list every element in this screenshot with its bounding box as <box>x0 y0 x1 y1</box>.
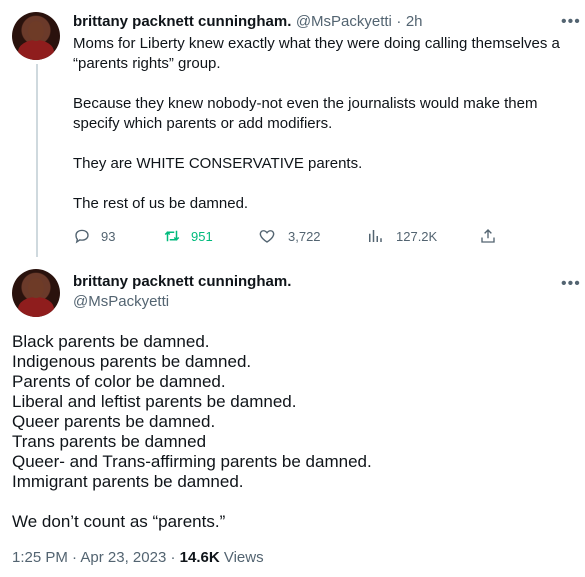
author-name[interactable]: brittany packnett cunningham. <box>73 272 291 292</box>
avatar[interactable] <box>12 269 60 317</box>
reply-count: 93 <box>101 228 116 244</box>
author-handle[interactable]: @MsPackyetti <box>296 13 392 30</box>
reply-icon <box>75 229 89 244</box>
meta-separator: · <box>72 549 78 566</box>
more-options-icon[interactable]: ••• <box>561 14 581 30</box>
views-label: Views <box>223 549 264 566</box>
views-count[interactable]: 14.6K <box>180 549 220 566</box>
reply-button[interactable]: 93 <box>73 226 115 246</box>
like-button[interactable]: 3,722 <box>258 226 321 246</box>
analytics-icon <box>369 230 382 242</box>
retweet-button[interactable]: 951 <box>163 226 213 246</box>
tweet-text: Black parents be damned. Indigenous pare… <box>12 332 372 531</box>
more-options-icon[interactable]: ••• <box>561 276 581 292</box>
tweet-header: brittany packnett cunningham. @MsPackyet… <box>73 12 423 32</box>
views-count: 127.2K <box>396 228 438 244</box>
views-button[interactable]: 127.2K <box>366 226 437 246</box>
header-separator: · <box>396 13 402 30</box>
share-icon <box>481 229 495 243</box>
avatar[interactable] <box>12 12 60 60</box>
tweet-date[interactable]: Apr 23, 2023 <box>80 549 166 566</box>
retweet-icon <box>164 230 180 242</box>
share-button[interactable] <box>479 226 497 246</box>
thread-connector-line <box>36 64 38 257</box>
tweet-text: Moms for Liberty knew exactly what they … <box>73 35 560 212</box>
retweet-count: 951 <box>191 228 213 244</box>
tweet-time-ago[interactable]: 2h <box>406 13 423 30</box>
tweet-time[interactable]: 1:25 PM <box>12 549 68 566</box>
author-name[interactable]: brittany packnett cunningham. <box>73 13 291 30</box>
heart-icon <box>259 230 275 243</box>
tweet-actions: 93 951 3,722 127.2K <box>73 226 513 246</box>
meta-separator: · <box>170 549 176 566</box>
tweet-meta: 1:25 PM · Apr 23, 2023 · 14.6K Views <box>12 548 264 568</box>
author-handle[interactable]: @MsPackyetti <box>73 292 169 312</box>
like-count: 3,722 <box>288 228 321 244</box>
